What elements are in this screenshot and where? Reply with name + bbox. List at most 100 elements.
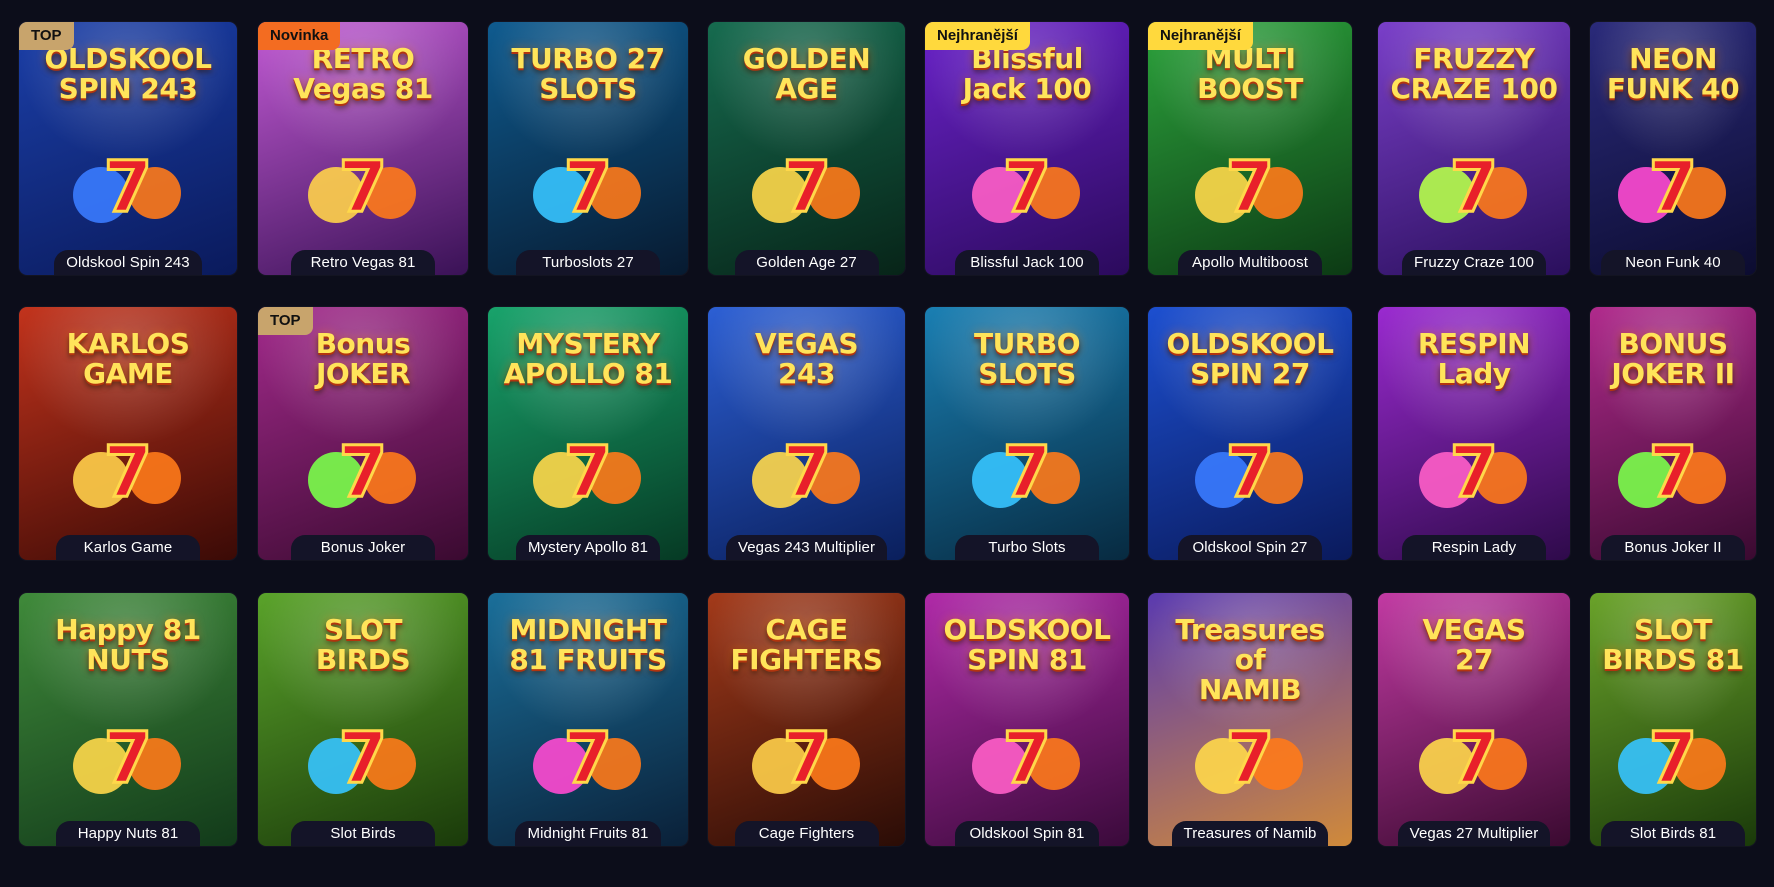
game-tile[interactable]: 7 BONUS JOKER II Bonus Joker II xyxy=(1590,307,1756,560)
game-tile[interactable]: 7 Treasures of NAMIB Treasures of Namib xyxy=(1148,593,1352,846)
game-title: Mystery Apollo 81 xyxy=(527,539,649,556)
game-tile[interactable]: 7 SLOT BIRDS Slot Birds xyxy=(258,593,468,846)
game-title-tab: Bonus Joker xyxy=(291,535,435,560)
game-logo: SLOT BIRDS 81 xyxy=(1602,613,1744,676)
game-tile[interactable]: 7 Bonus JOKER TOP Bonus Joker xyxy=(258,307,468,560)
game-symbol-icon: 7 xyxy=(533,145,641,230)
game-grid: 7 OLDSKOOL SPIN 243 TOP Oldskool Spin 243 7 R… xyxy=(0,0,1774,887)
game-tile[interactable]: 7 KARLOS GAME Karlos Game xyxy=(19,307,237,560)
game-title-tab: Golden Age 27 xyxy=(734,250,879,275)
game-title-bar: Bonus Joker II xyxy=(1590,526,1756,560)
game-logo: MYSTERY APOLLO 81 xyxy=(503,327,673,390)
seven-icon: 7 xyxy=(564,431,613,513)
game-logo: RETRO Vegas 81 xyxy=(293,42,433,105)
game-symbol-icon: 7 xyxy=(972,145,1080,230)
game-symbol-icon: 7 xyxy=(533,430,641,515)
seven-icon: 7 xyxy=(1003,717,1052,799)
game-logo: TURBO 27 SLOTS xyxy=(511,42,665,105)
game-title-bar: Oldskool Spin 81 xyxy=(925,812,1129,846)
game-symbol-icon: 7 xyxy=(308,716,416,801)
game-title: Happy Nuts 81 xyxy=(77,825,179,842)
game-logo: MULTI BOOST xyxy=(1197,42,1303,105)
game-logo: Treasures of NAMIB xyxy=(1175,613,1325,706)
game-title: Midnight Fruits 81 xyxy=(527,825,649,842)
game-title-tab: Oldskool Spin 243 xyxy=(54,250,202,275)
game-title: Apollo Multiboost xyxy=(1192,254,1308,271)
game-symbol-icon: 7 xyxy=(1195,430,1303,515)
game-logo: CAGE FIGHTERS xyxy=(730,613,883,676)
game-tile[interactable]: 7 VEGAS 27 Vegas 27 Multiplier xyxy=(1378,593,1570,846)
game-tile[interactable]: 7 TURBO SLOTS Turbo Slots xyxy=(925,307,1129,560)
game-title-tab: Neon Funk 40 xyxy=(1601,250,1745,275)
game-title-tab: Bonus Joker II xyxy=(1601,535,1745,560)
game-tile[interactable]: 7 RESPIN Lady Respin Lady xyxy=(1378,307,1570,560)
game-tile[interactable]: 7 Blissful Jack 100 Nejhranější Blissful Ja… xyxy=(925,22,1129,275)
game-tile[interactable]: 7 RETRO Vegas 81 Novinka Retro Vegas 81 xyxy=(258,22,468,275)
game-logo: NEON FUNK 40 xyxy=(1606,42,1740,105)
game-title-tab: Turboslots 27 xyxy=(516,250,660,275)
seven-icon: 7 xyxy=(104,431,153,513)
game-tile[interactable]: 7 OLDSKOOL SPIN 27 Oldskool Spin 27 xyxy=(1148,307,1352,560)
seven-icon: 7 xyxy=(1450,431,1499,513)
game-tile[interactable]: 7 CAGE FIGHTERS Cage Fighters xyxy=(708,593,905,846)
game-tile[interactable]: 7 VEGAS 243 Vegas 243 Multiplier xyxy=(708,307,905,560)
game-title-tab: Apollo Multiboost xyxy=(1178,250,1322,275)
game-title: Golden Age 27 xyxy=(756,254,857,271)
game-title-tab: Blissful Jack 100 xyxy=(955,250,1099,275)
game-title: Bonus Joker II xyxy=(1624,539,1722,556)
seven-icon: 7 xyxy=(1649,146,1698,228)
game-title-bar: Treasures of Namib xyxy=(1148,812,1352,846)
game-title: Oldskool Spin 81 xyxy=(969,825,1085,842)
game-logo: SLOT BIRDS xyxy=(315,613,411,676)
game-symbol-icon: 7 xyxy=(308,145,416,230)
game-symbol-icon: 7 xyxy=(972,430,1080,515)
game-title: Cage Fighters xyxy=(758,825,855,842)
game-tile[interactable]: 7 TURBO 27 SLOTS Turboslots 27 xyxy=(488,22,688,275)
game-title-tab: Slot Birds 81 xyxy=(1601,821,1745,846)
game-logo: VEGAS 243 xyxy=(754,327,859,390)
game-badge: Nejhranější xyxy=(925,22,1030,50)
game-tile[interactable]: 7 MIDNIGHT 81 FRUITS Midnight Fruits 81 xyxy=(488,593,688,846)
game-tile[interactable]: 7 MYSTERY APOLLO 81 Mystery Apollo 81 xyxy=(488,307,688,560)
game-title-bar: Blissful Jack 100 xyxy=(925,241,1129,275)
game-title-bar: Retro Vegas 81 xyxy=(258,241,468,275)
seven-icon: 7 xyxy=(1226,717,1275,799)
game-symbol-icon: 7 xyxy=(73,145,181,230)
game-tile[interactable]: 7 FRUZZY CRAZE 100 Fruzzy Craze 100 xyxy=(1378,22,1570,275)
game-title-tab: Cage Fighters xyxy=(734,821,879,846)
game-title-bar: Apollo Multiboost xyxy=(1148,241,1352,275)
game-title: Karlos Game xyxy=(83,539,173,556)
game-title-bar: Oldskool Spin 243 xyxy=(19,241,237,275)
seven-icon: 7 xyxy=(782,146,831,228)
game-title: Fruzzy Craze 100 xyxy=(1414,254,1534,271)
game-title: Vegas 243 Multiplier xyxy=(737,539,876,556)
game-title-bar: Happy Nuts 81 xyxy=(19,812,237,846)
game-title-tab: Vegas 27 Multiplier xyxy=(1397,821,1551,846)
game-logo: TURBO SLOTS xyxy=(973,327,1081,390)
game-title-tab: Midnight Fruits 81 xyxy=(515,821,661,846)
seven-icon: 7 xyxy=(564,146,613,228)
game-logo: GOLDEN AGE xyxy=(742,42,871,105)
game-tile[interactable]: 7 SLOT BIRDS 81 Slot Birds 81 xyxy=(1590,593,1756,846)
game-tile[interactable]: 7 OLDSKOOL SPIN 81 Oldskool Spin 81 xyxy=(925,593,1129,846)
game-title: Retro Vegas 81 xyxy=(310,254,416,271)
game-tile[interactable]: 7 MULTI BOOST Nejhranější Apollo Multiboost xyxy=(1148,22,1352,275)
game-symbol-icon: 7 xyxy=(751,145,860,230)
game-title-bar: Bonus Joker xyxy=(258,526,468,560)
game-symbol-icon: 7 xyxy=(73,430,181,515)
game-tile[interactable]: 7 OLDSKOOL SPIN 243 TOP Oldskool Spin 243 xyxy=(19,22,237,275)
game-badge: Nejhranější xyxy=(1148,22,1253,50)
game-title-bar: Turbo Slots xyxy=(925,526,1129,560)
seven-icon: 7 xyxy=(339,431,388,513)
game-title-tab: Retro Vegas 81 xyxy=(291,250,435,275)
seven-icon: 7 xyxy=(1003,146,1052,228)
game-tile[interactable]: 7 NEON FUNK 40 Neon Funk 40 xyxy=(1590,22,1756,275)
game-title-bar: Cage Fighters xyxy=(708,812,905,846)
game-tile[interactable]: 7 Happy 81 NUTS Happy Nuts 81 xyxy=(19,593,237,846)
game-symbol-icon: 7 xyxy=(1419,145,1527,230)
game-symbol-icon: 7 xyxy=(1195,145,1303,230)
game-title-bar: Slot Birds 81 xyxy=(1590,812,1756,846)
game-logo: MIDNIGHT 81 FRUITS xyxy=(509,613,667,676)
game-tile[interactable]: 7 GOLDEN AGE Golden Age 27 xyxy=(708,22,905,275)
game-title: Treasures of Namib xyxy=(1183,825,1317,842)
